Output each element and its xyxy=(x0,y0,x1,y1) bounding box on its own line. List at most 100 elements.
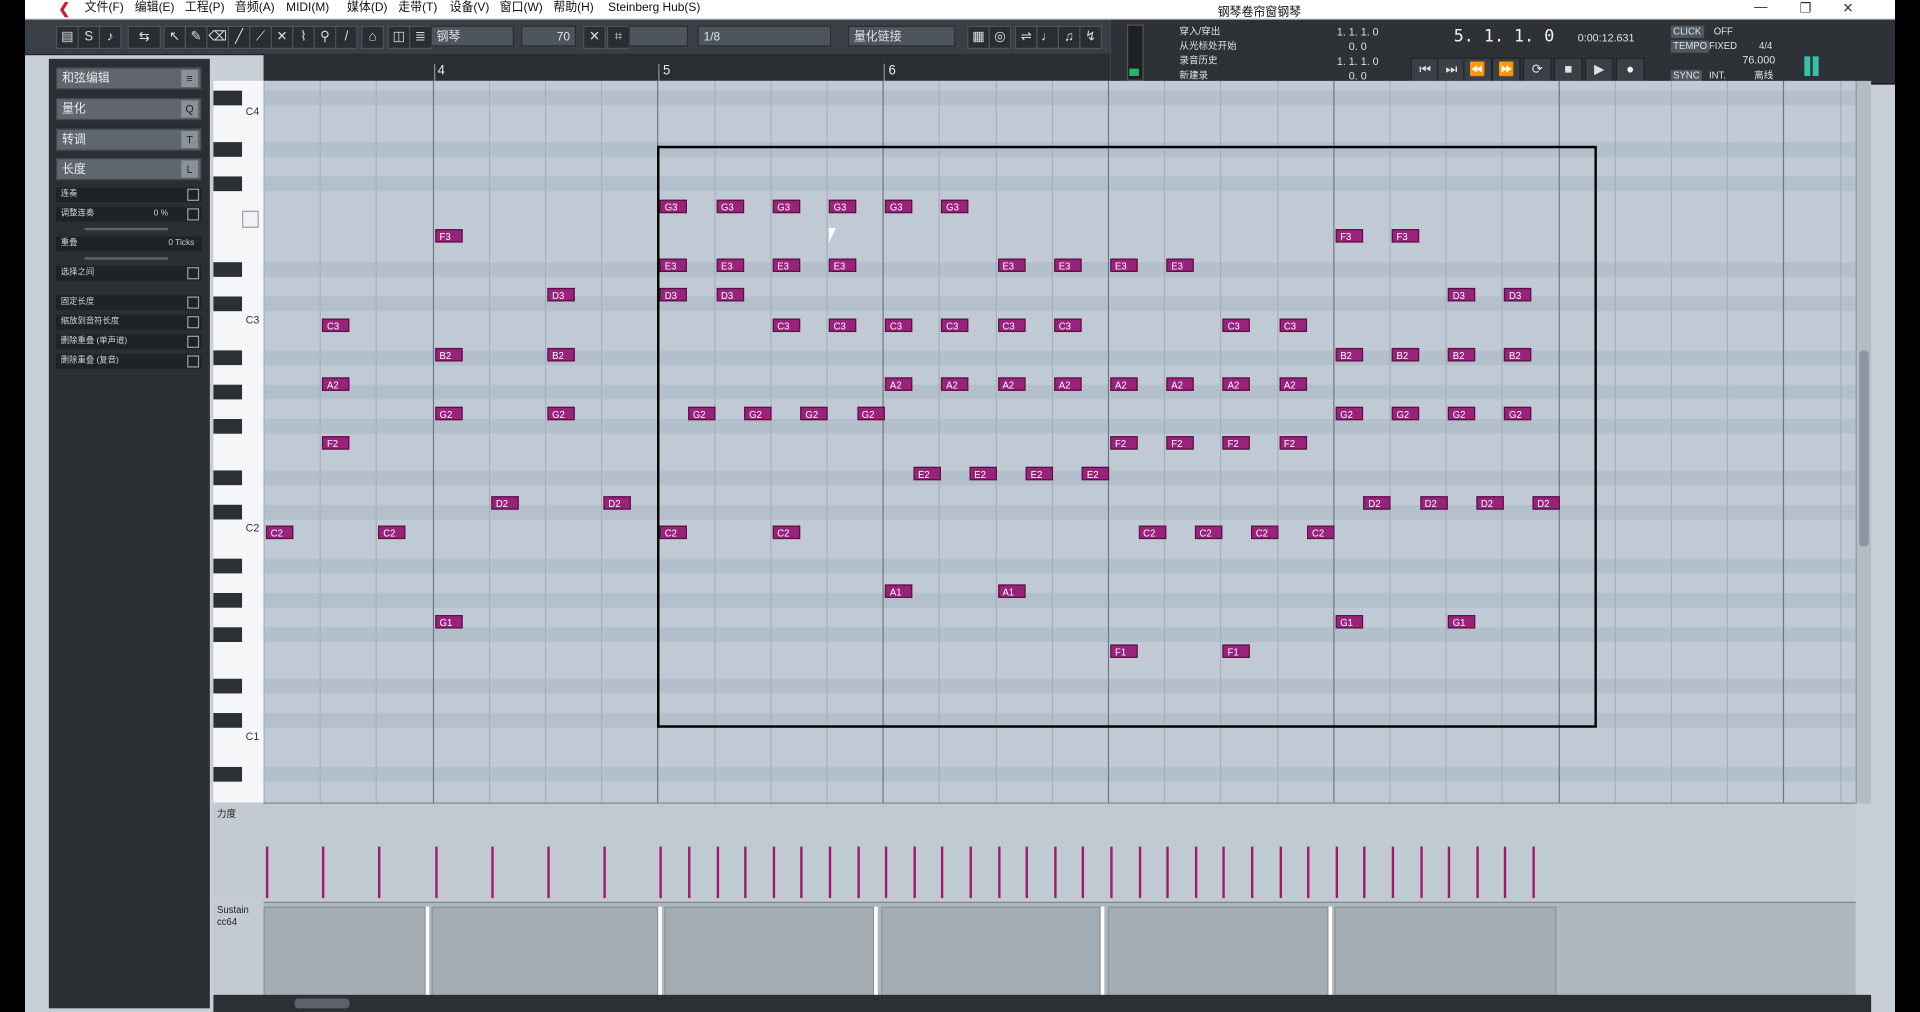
apply-icon[interactable] xyxy=(187,355,200,368)
menu-edit[interactable]: 编辑(E) xyxy=(135,1,175,16)
position-display[interactable]: 5. 1. 1. 0 xyxy=(1454,27,1555,47)
velocity-bar[interactable] xyxy=(688,846,691,899)
menu-audio[interactable]: 音频(A) xyxy=(235,1,275,16)
velocity-bar[interactable] xyxy=(1166,846,1169,899)
pointer-tool-icon[interactable]: ↖ xyxy=(163,25,187,50)
black-key[interactable] xyxy=(213,713,243,728)
velocity-bar[interactable] xyxy=(547,846,550,899)
time-signature[interactable]: 4/4 xyxy=(1759,40,1772,52)
velocity-bar[interactable] xyxy=(1363,846,1366,899)
apply-icon[interactable] xyxy=(187,335,200,348)
scale-icon[interactable]: ◎ xyxy=(988,25,1012,50)
delete-overlap-mono-row[interactable]: 删除重叠 (单声道) xyxy=(56,334,202,350)
velocity-bar[interactable] xyxy=(744,846,747,899)
tempo-value[interactable]: 76.000 xyxy=(1742,54,1775,66)
restore-button[interactable]: ❐ xyxy=(1800,0,1812,16)
sustain-lane[interactable] xyxy=(263,901,1856,999)
sustain-block[interactable] xyxy=(263,906,426,997)
sustain-block[interactable] xyxy=(881,906,1101,997)
midi-note[interactable]: C3 xyxy=(322,318,350,332)
menu-devices[interactable]: 设备(V) xyxy=(450,1,490,16)
black-key[interactable] xyxy=(213,296,243,312)
fast-forward-icon[interactable]: ⏩ xyxy=(1491,57,1521,83)
acoustic-feedback-icon[interactable]: ♪ xyxy=(98,25,122,50)
black-key[interactable] xyxy=(213,766,243,782)
menu-steinberg-hub[interactable]: Steinberg Hub(S) xyxy=(608,1,700,16)
velocity-bar[interactable] xyxy=(913,846,916,899)
black-key[interactable] xyxy=(213,470,243,486)
velocity-bar[interactable] xyxy=(969,846,972,899)
section-length[interactable]: 长度 L xyxy=(56,158,202,181)
black-key[interactable] xyxy=(213,142,243,157)
tempo-mode[interactable]: FIXED xyxy=(1709,40,1737,52)
black-key[interactable] xyxy=(213,627,243,642)
note-length-icon[interactable]: ♩ xyxy=(1036,25,1059,50)
mute-tool-icon[interactable]: ✕ xyxy=(270,25,294,50)
pencil-tool-icon[interactable]: ✎ xyxy=(184,25,208,50)
chord-icon[interactable]: ▦ xyxy=(967,25,990,50)
stop-icon[interactable]: ■ xyxy=(1553,57,1583,83)
velocity-bar[interactable] xyxy=(491,846,494,899)
velocity-bar[interactable] xyxy=(1138,846,1141,899)
legato-slider[interactable] xyxy=(84,227,169,231)
time-display[interactable]: 0:00:12.631 xyxy=(1578,32,1635,44)
section-chord-edit[interactable]: 和弦编辑 ≡ xyxy=(56,67,202,90)
menu-project[interactable]: 工程(P) xyxy=(185,1,225,16)
overlap-slider[interactable] xyxy=(84,257,169,260)
inspector-toggle-icon[interactable]: ▤ xyxy=(56,25,79,50)
scroll-thumb[interactable] xyxy=(294,998,350,1009)
velocity-bar[interactable] xyxy=(856,846,860,899)
velocity-bar[interactable] xyxy=(885,846,888,899)
fixed-length-row[interactable]: 固定长度 xyxy=(56,295,202,310)
velocity-bar[interactable] xyxy=(322,846,325,899)
black-key[interactable] xyxy=(213,592,243,608)
midi-note[interactable]: G1 xyxy=(434,614,463,629)
part-edit-icon[interactable]: ◫ xyxy=(387,25,411,50)
trim-tool-icon[interactable]: ⟋ xyxy=(249,25,272,50)
velocity-bar[interactable] xyxy=(265,846,269,899)
velocity-bar[interactable] xyxy=(1307,846,1310,899)
black-key[interactable] xyxy=(213,350,243,366)
sustain-block[interactable] xyxy=(431,906,659,997)
midi-note[interactable]: D2 xyxy=(603,495,632,510)
velocity-bar[interactable] xyxy=(1082,846,1085,899)
tempo-label[interactable]: TEMPO xyxy=(1670,40,1710,53)
eraser-tool-icon[interactable]: ⌫ xyxy=(206,25,229,50)
note-grid[interactable]: C2 C3 A2 F2 C2 F3 B2 G2 G1 D2 D3 B2 G2 D2 G3 E3 D3 C2 G2 G3… xyxy=(263,80,1856,804)
snap-icon[interactable]: ✕ xyxy=(583,25,606,50)
line-tool-icon[interactable]: ╱ xyxy=(227,25,251,50)
score-view-icon[interactable]: ≣ xyxy=(409,25,432,50)
close-button[interactable]: ✕ xyxy=(1843,0,1854,16)
rewind-icon[interactable]: ⏪ xyxy=(1463,57,1492,83)
velocity-bar[interactable] xyxy=(997,846,1001,899)
overlap-value[interactable]: 0 Ticks xyxy=(168,236,194,251)
go-to-end-icon[interactable]: ⏭ xyxy=(1437,57,1466,83)
sustain-block[interactable] xyxy=(664,906,875,997)
velocity-bar[interactable] xyxy=(716,846,719,899)
black-key[interactable] xyxy=(213,262,243,277)
midi-note[interactable]: B2 xyxy=(547,347,575,362)
velocity-lane[interactable] xyxy=(263,802,1856,902)
velocity-bar[interactable] xyxy=(378,846,381,899)
play-icon[interactable]: ▶ xyxy=(1584,57,1614,83)
piano-keyboard[interactable]: C4 C3 C2 C1 xyxy=(213,80,265,804)
section-quantize[interactable]: 量化 Q xyxy=(56,98,202,121)
legato-value[interactable]: 0 % xyxy=(154,207,168,222)
timeline-ruler[interactable]: 4 5 6 xyxy=(263,53,1111,81)
auto-select-icon[interactable]: ⌂ xyxy=(361,25,384,50)
apply-icon[interactable] xyxy=(187,296,200,309)
punch-in-label[interactable]: 穿入/穿出 xyxy=(1179,26,1220,38)
black-key[interactable] xyxy=(213,176,243,192)
menu-file[interactable]: 文件(F) xyxy=(85,1,124,16)
velocity-bar[interactable] xyxy=(1222,846,1226,899)
midi-note[interactable]: D2 xyxy=(491,495,519,510)
velocity-bar[interactable] xyxy=(1504,846,1507,899)
velocity-bar[interactable] xyxy=(1447,846,1451,899)
velocity-bar[interactable] xyxy=(1053,846,1057,899)
right-locator[interactable]: 1. 1. 1. 0 xyxy=(1337,55,1379,67)
velocity-bar[interactable] xyxy=(1335,846,1338,899)
velocity-bar[interactable] xyxy=(1110,846,1113,899)
insert-velocity-icon[interactable]: ♫ xyxy=(1057,25,1081,50)
apply-icon[interactable] xyxy=(187,188,200,201)
velocity-bar[interactable] xyxy=(1419,846,1423,899)
